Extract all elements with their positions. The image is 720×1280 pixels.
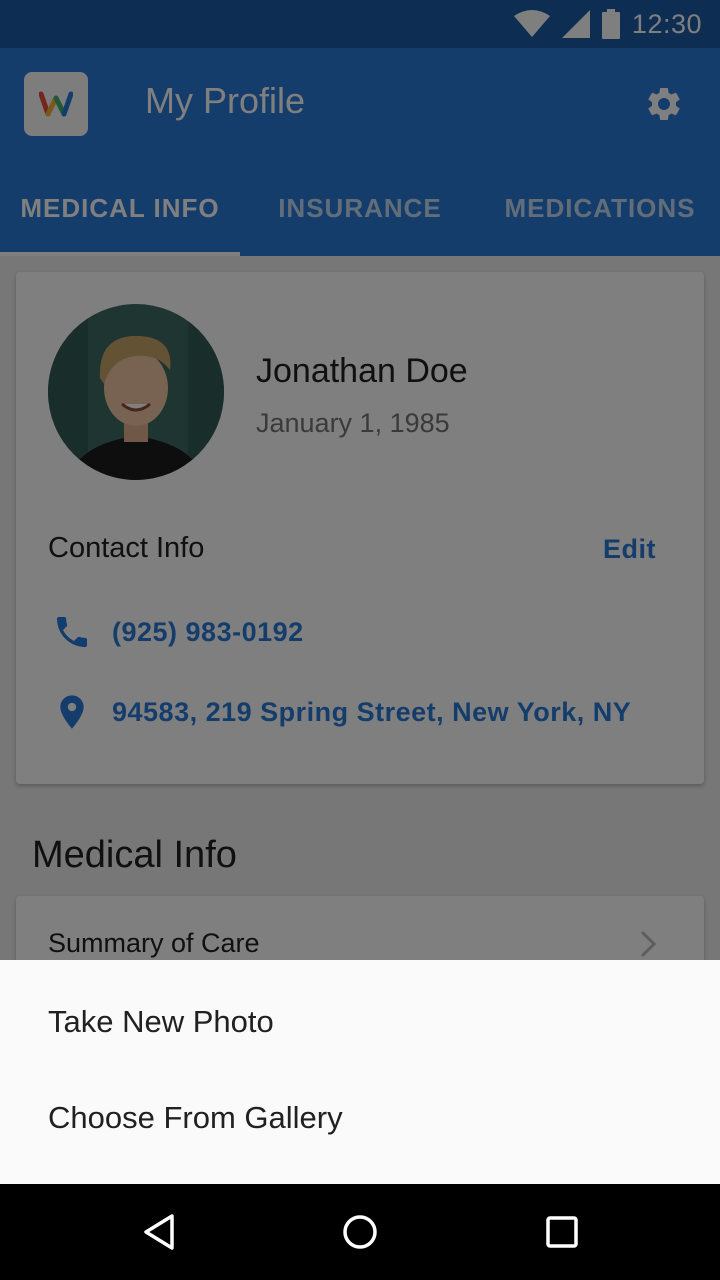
take-new-photo-option[interactable]: Take New Photo — [48, 1004, 274, 1040]
photo-options-sheet: Take New Photo Choose From Gallery — [0, 960, 720, 1184]
system-nav-bar — [0, 1184, 720, 1280]
recents-icon[interactable] — [538, 1208, 586, 1256]
back-icon[interactable] — [136, 1208, 184, 1256]
modal-scrim[interactable] — [0, 0, 720, 960]
choose-from-gallery-option[interactable]: Choose From Gallery — [48, 1100, 343, 1136]
home-icon[interactable] — [336, 1208, 384, 1256]
